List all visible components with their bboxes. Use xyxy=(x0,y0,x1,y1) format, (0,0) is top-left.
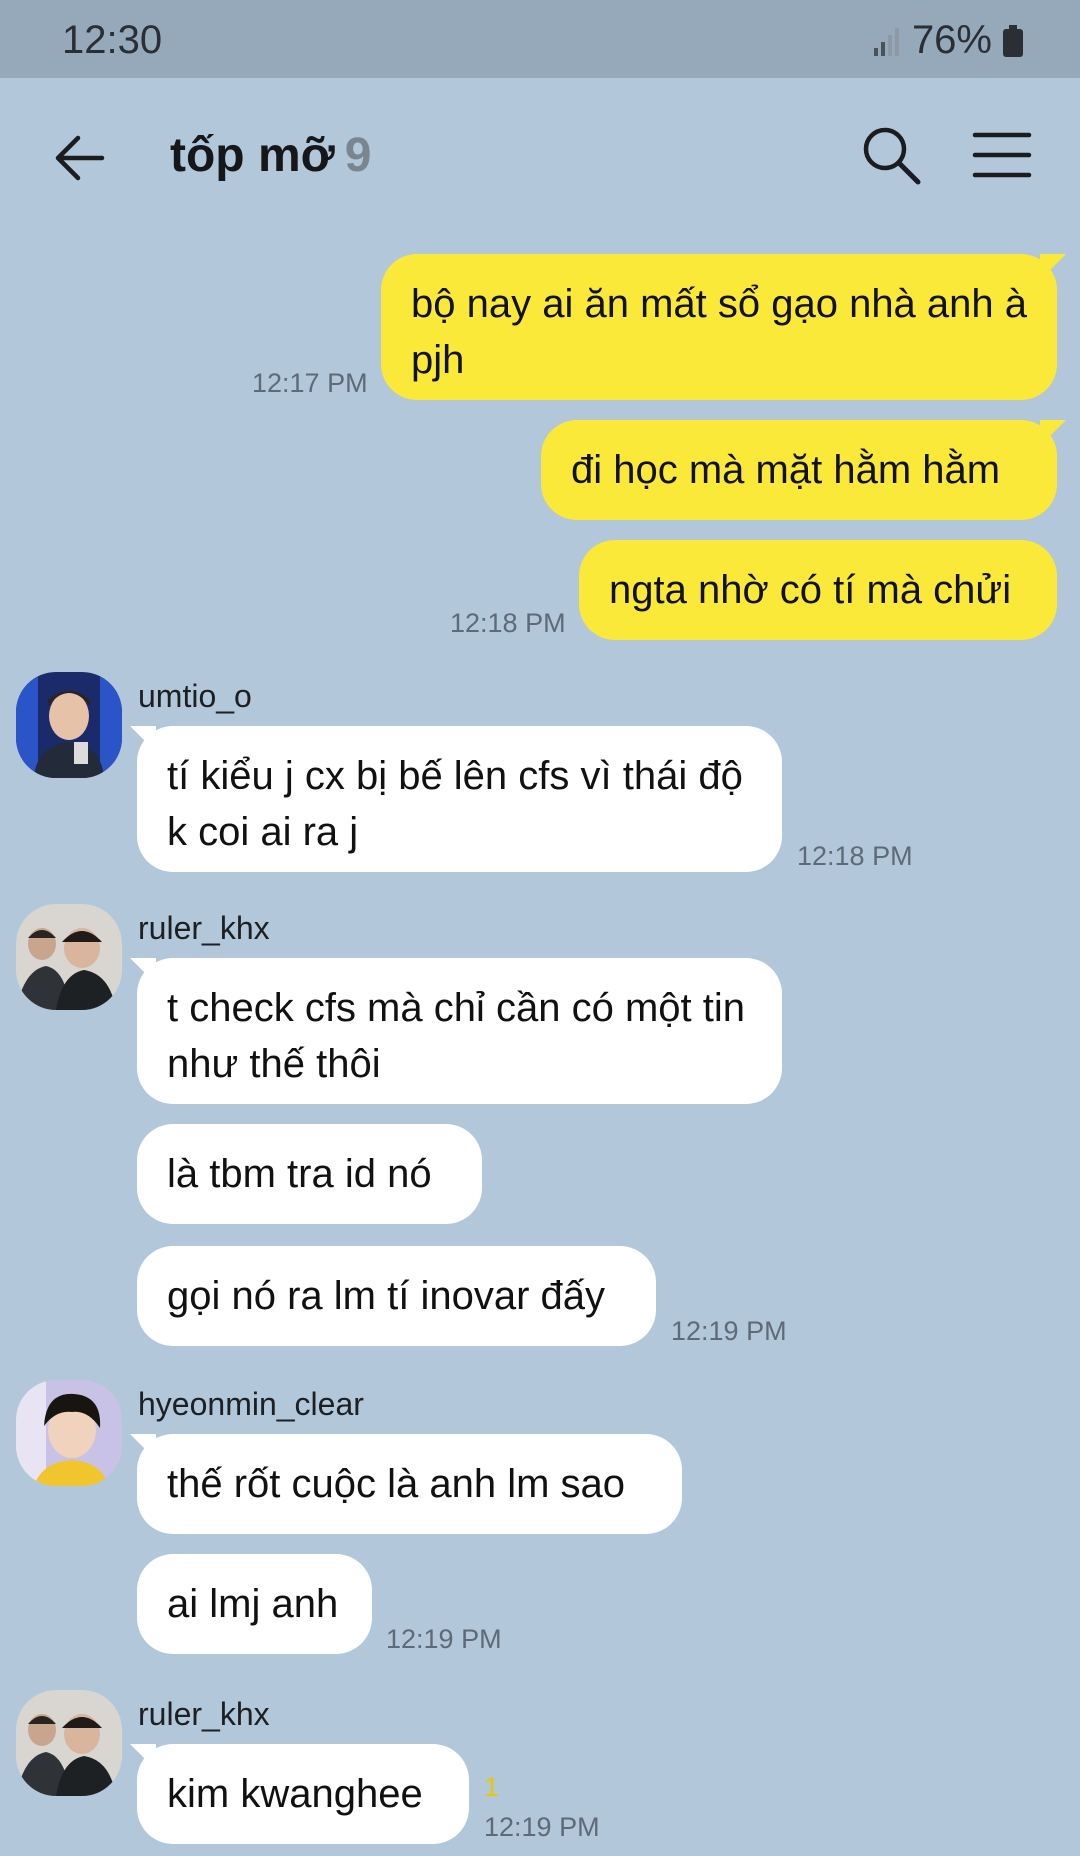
chat-title: tốp mỡ 9 xyxy=(170,128,371,183)
message-time: 12:19 PM xyxy=(484,1812,600,1842)
message-text: ai lmj anh xyxy=(167,1582,339,1626)
message-text: đi học mà mặt hằm hằm xyxy=(571,448,1001,492)
back-arrow-icon[interactable] xyxy=(52,130,108,186)
my-message[interactable]: đi học mà mặt hằm hằm xyxy=(541,420,1057,520)
sender-name: hyeonmin_clear xyxy=(138,1386,364,1422)
message-text: là tbm tra id nó xyxy=(167,1152,432,1196)
message-bubble[interactable]: thế rốt cuộc là anh lm sao xyxy=(137,1434,682,1534)
message-bubble[interactable]: tí kiểu j cx bị bế lên cfs vì thái độ k … xyxy=(137,726,782,872)
battery-icon xyxy=(1003,24,1023,57)
sender-name: umtio_o xyxy=(138,678,252,714)
my-message[interactable]: bộ nay ai ăn mất sổ gạo nhà anh à pjh xyxy=(381,254,1057,400)
message-text: bộ nay ai ăn mất sổ gạo nhà anh à pjh xyxy=(411,282,1028,382)
message-bubble[interactable]: là tbm tra id nó xyxy=(137,1124,482,1224)
status-right: 76% xyxy=(873,18,1024,63)
status-bar: 12:30 76% xyxy=(0,0,1080,78)
search-icon[interactable] xyxy=(858,122,924,188)
sender-name: ruler_khx xyxy=(138,1696,270,1732)
status-time: 12:30 xyxy=(62,18,163,62)
avatar[interactable] xyxy=(16,672,122,778)
message-text: thế rốt cuộc là anh lm sao xyxy=(167,1462,626,1506)
member-count: 9 xyxy=(344,129,372,182)
message-bubble[interactable]: t check cfs mà chỉ cần có một tin như th… xyxy=(137,958,782,1104)
sender-name: ruler_khx xyxy=(138,910,270,946)
message-time: 12:18 PM xyxy=(450,608,566,638)
avatar[interactable] xyxy=(16,904,122,1010)
message-time: 12:19 PM xyxy=(386,1624,502,1654)
message-bubble[interactable]: gọi nó ra lm tí inovar đấy xyxy=(137,1246,656,1346)
message-text: tí kiểu j cx bị bế lên cfs vì thái độ k … xyxy=(167,754,743,854)
chat-name: tốp mỡ xyxy=(170,129,335,182)
message-bubble[interactable]: ai lmj anh xyxy=(137,1554,372,1654)
message-time: 12:18 PM xyxy=(797,841,913,871)
unread-count: 1 xyxy=(484,1772,500,1802)
menu-icon[interactable] xyxy=(972,130,1032,180)
message-bubble[interactable]: kim kwanghee xyxy=(137,1744,469,1844)
avatar[interactable] xyxy=(16,1380,122,1486)
avatar[interactable] xyxy=(16,1690,122,1796)
message-text: t check cfs mà chỉ cần có một tin như th… xyxy=(167,986,745,1086)
chat-header: tốp mỡ 9 xyxy=(0,78,1080,236)
message-text: kim kwanghee xyxy=(167,1772,423,1816)
signal-icon xyxy=(873,27,899,56)
message-time: 12:17 PM xyxy=(252,368,368,398)
battery-percent: 76% xyxy=(911,18,992,62)
message-time: 12:19 PM xyxy=(671,1316,787,1346)
message-text: gọi nó ra lm tí inovar đấy xyxy=(167,1274,605,1318)
message-text: ngta nhờ có tí mà chửi xyxy=(609,568,1012,612)
my-message[interactable]: ngta nhờ có tí mà chửi xyxy=(579,540,1057,640)
